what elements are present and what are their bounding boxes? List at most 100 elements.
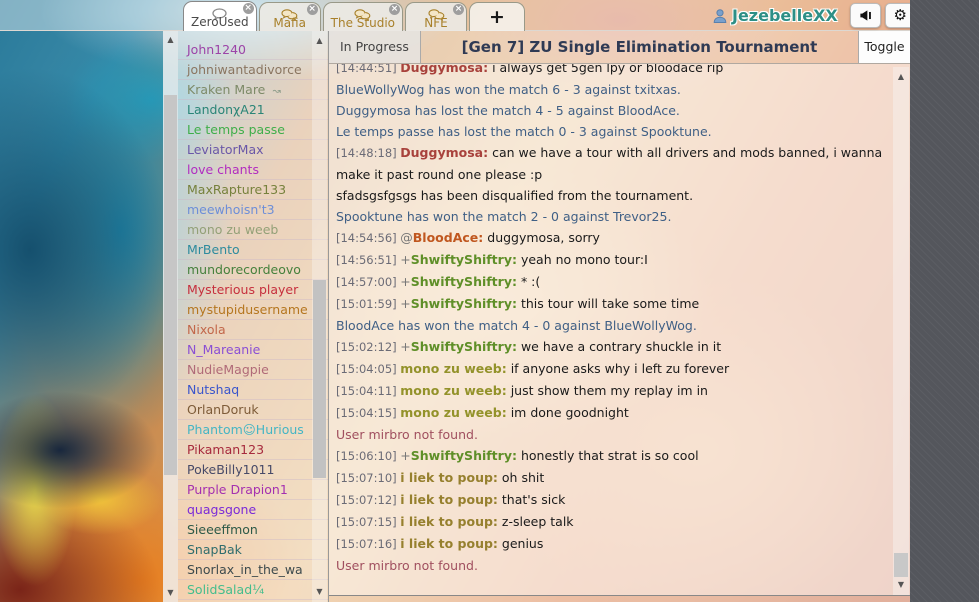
username: johniwantadivorce (187, 62, 302, 77)
scroll-up-arrow-icon[interactable]: ▲ (163, 33, 178, 47)
timestamp: [15:07:10] (336, 471, 400, 485)
userlist-item[interactable]: N_Mareanie (178, 340, 328, 360)
scroll-up-arrow-icon[interactable]: ▲ (893, 70, 909, 84)
userlist-item[interactable]: Nutshaq (178, 380, 328, 400)
userlist-item[interactable]: MaxRapture133 (178, 180, 328, 200)
userlist-item[interactable]: quagsgone (178, 500, 328, 520)
username[interactable]: ShwiftyShiftry: (411, 252, 517, 267)
userlist-scrollbar[interactable]: ▲ ▼ (312, 31, 327, 602)
username: love chants (187, 162, 259, 177)
scroll-down-arrow-icon[interactable]: ▼ (893, 578, 909, 592)
logged-in-username[interactable]: JezebelleXX (732, 6, 838, 25)
tournament-message: Spooktune has won the match 2 - 0 agains… (336, 206, 888, 227)
username[interactable]: Duggymosa: (400, 145, 488, 160)
close-tab-icon[interactable]: × (389, 4, 400, 15)
tab-label: Mafia (267, 16, 313, 31)
chat-message: [15:07:15] i liek to poup: z-sleep talk (336, 511, 888, 533)
username: Nutshaq (187, 382, 239, 397)
username[interactable]: Duggymosa: (400, 64, 488, 75)
userlist-item[interactable]: Kraken Mare ↝ (178, 80, 328, 100)
message-text: oh shit (498, 470, 544, 485)
timestamp: [15:07:15] (336, 515, 400, 529)
chat-log[interactable]: [14:44:51] Duggymosa: i always get 5gen … (329, 64, 910, 595)
timestamp: [15:04:05] (336, 362, 400, 376)
username: MrBento (187, 242, 240, 257)
tab-nfe[interactable]: × NFE (405, 2, 467, 31)
message-text: sfadsgsfgsgs has been disqualified from … (336, 188, 693, 203)
chat-message: [15:04:05] mono zu weeb: if anyone asks … (336, 358, 888, 380)
scrollbar-thumb[interactable] (313, 280, 326, 478)
timestamp: [15:04:11] (336, 384, 400, 398)
username[interactable]: ShwiftyShiftry: (411, 296, 517, 311)
username[interactable]: ShwiftyShiftry: (411, 339, 517, 354)
tab-mafia[interactable]: × Mafia (259, 2, 321, 31)
userlist-item[interactable]: John1240 (178, 40, 328, 60)
username[interactable]: ShwiftyShiftry: (411, 448, 517, 463)
username: LandonχA21 (187, 102, 265, 117)
userlist-item[interactable]: SnapBak (178, 540, 328, 560)
userlist-item[interactable]: OrlanDoruk (178, 400, 328, 420)
userlist-item[interactable]: meewhoisn't3 (178, 200, 328, 220)
username[interactable]: i liek to poup: (400, 492, 498, 507)
userlist-item[interactable]: Purple Drapion1 (178, 480, 328, 500)
message-text: Spooktune has won the match 2 - 0 agains… (336, 209, 671, 224)
userlist-item[interactable]: Sieeeffmon (178, 520, 328, 540)
userlist-item[interactable]: Snorlax_in_the_wa (178, 560, 328, 580)
chat-message: [15:02:12] +ShwiftyShiftry: we have a co… (336, 336, 888, 358)
user-avatar-icon (712, 6, 728, 25)
tab-the-studio[interactable]: × The Studio (323, 2, 403, 31)
userlist-item[interactable]: PokeBilly1011 (178, 460, 328, 480)
scrollbar-thumb[interactable] (164, 95, 177, 475)
showdown-app-background: × ZeroUsed × Mafia × Th (0, 0, 910, 602)
userlist-item[interactable]: mystupidusername (178, 300, 328, 320)
rank-symbol: @ (400, 230, 413, 245)
scroll-up-arrow-icon[interactable]: ▲ (312, 34, 327, 48)
userlist-item[interactable]: johniwantadivorce (178, 60, 328, 80)
username[interactable]: mono zu weeb: (400, 405, 506, 420)
userlist-item[interactable]: MrBento (178, 240, 328, 260)
close-tab-icon[interactable]: × (307, 4, 318, 15)
rank-symbol: + (400, 448, 410, 463)
chat-message: [15:06:10] +ShwiftyShiftry: honestly tha… (336, 445, 888, 467)
username[interactable]: BloodAce: (413, 230, 484, 245)
tab-zeroused[interactable]: × ZeroUsed (183, 1, 257, 31)
toggle-button[interactable]: Toggle (858, 31, 910, 63)
username[interactable]: i liek to poup: (400, 514, 498, 529)
userlist-item[interactable]: Mysterious player (178, 280, 328, 300)
userlist-item[interactable]: NudieMagpie (178, 360, 328, 380)
username[interactable]: i liek to poup: (400, 536, 498, 551)
userlist-item[interactable]: Pikaman123 (178, 440, 328, 460)
username[interactable]: mono zu weeb: (400, 361, 506, 376)
userlist-item[interactable]: SolidSalad¼ (178, 580, 328, 600)
username: Purple Drapion1 (187, 482, 288, 497)
scroll-down-arrow-icon[interactable]: ▼ (312, 585, 327, 599)
system-message: sfadsgsfgsgs has been disqualified from … (336, 185, 888, 206)
username: Nixola (187, 322, 226, 337)
sound-mute-button[interactable] (850, 3, 881, 28)
userlist-item[interactable]: mono zu weeb (178, 220, 328, 240)
chat-room-panel: In Progress [Gen 7] ZU Single Eliminatio… (329, 31, 910, 602)
tournament-message: Duggymosa has lost the match 4 - 5 again… (336, 100, 888, 121)
settings-button[interactable]: ⚙ (885, 3, 910, 28)
close-tab-icon[interactable]: × (243, 3, 254, 14)
userlist-item[interactable]: Nixola (178, 320, 328, 340)
username[interactable]: i liek to poup: (400, 470, 498, 485)
userlist-item[interactable]: mundorecordeovo (178, 260, 328, 280)
userlist-item[interactable]: Phantom☺Hurious (178, 420, 328, 440)
userlist-item[interactable]: love chants (178, 160, 328, 180)
username[interactable]: ShwiftyShiftry: (411, 274, 517, 289)
timestamp: [15:01:59] (336, 297, 400, 311)
username[interactable]: mono zu weeb: (400, 383, 506, 398)
close-tab-icon[interactable]: × (453, 4, 464, 15)
username: Kraken Mare (187, 82, 265, 97)
chat-scrollbar[interactable]: ▲ ▼ (893, 67, 909, 595)
page-scrollbar[interactable]: ▲ ▼ (163, 31, 178, 602)
userlist-item[interactable]: LandonχA21 (178, 100, 328, 120)
gear-icon: ⚙ (894, 6, 907, 24)
userlist-item[interactable]: LeviatorMax (178, 140, 328, 160)
timestamp: [15:07:12] (336, 493, 400, 507)
scrollbar-thumb[interactable] (894, 553, 908, 577)
userlist-item[interactable]: Le temps passe (178, 120, 328, 140)
new-tab-button[interactable]: + (469, 2, 525, 31)
scroll-down-arrow-icon[interactable]: ▼ (163, 586, 178, 600)
